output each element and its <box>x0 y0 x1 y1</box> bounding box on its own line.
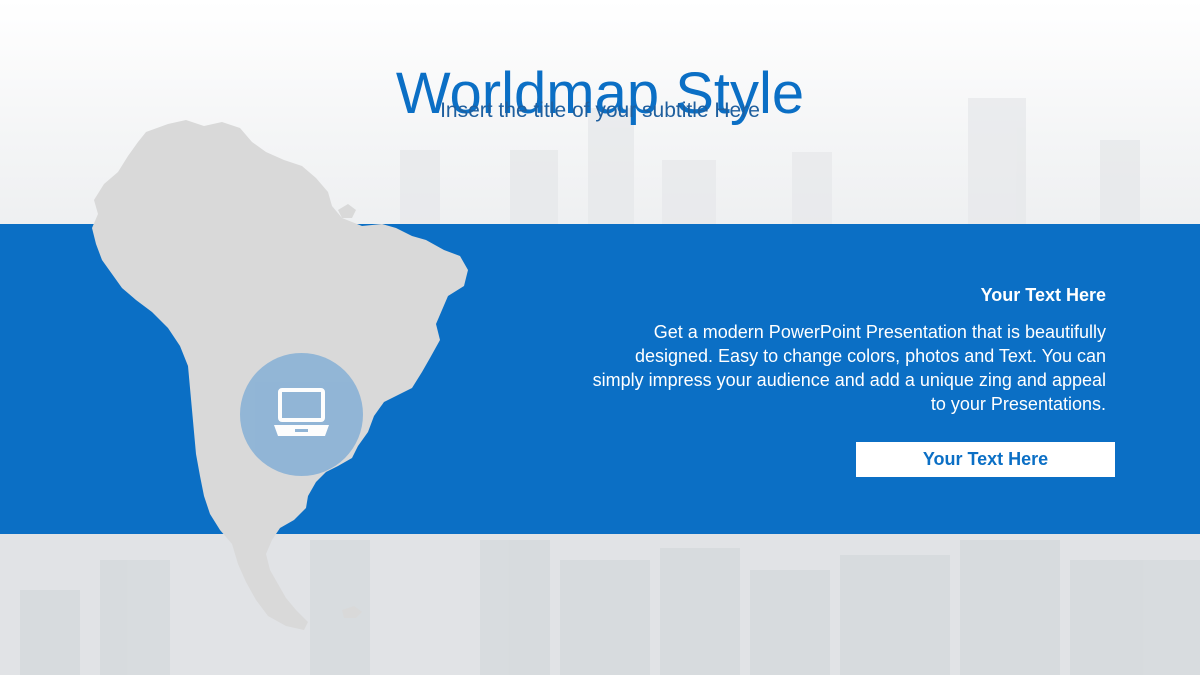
body-line: simply impress your audience and add a u… <box>592 370 1106 390</box>
content-body: Get a modern PowerPoint Presentation tha… <box>506 320 1106 416</box>
content-heading: Your Text Here <box>980 285 1106 305</box>
south-america-island <box>338 204 356 218</box>
laptop-icon <box>274 388 329 436</box>
south-america-island <box>342 606 362 618</box>
content-text-block: Your Text Here Get a modern PowerPoint P… <box>506 284 1106 416</box>
body-line: Get a modern PowerPoint Presentation tha… <box>653 322 1106 342</box>
cta-button[interactable]: Your Text Here <box>856 442 1115 477</box>
body-line: designed. Easy to change colors, photos … <box>634 346 1106 366</box>
body-line: to your Presentations. <box>930 394 1106 414</box>
laptop-icon-badge <box>240 353 363 476</box>
